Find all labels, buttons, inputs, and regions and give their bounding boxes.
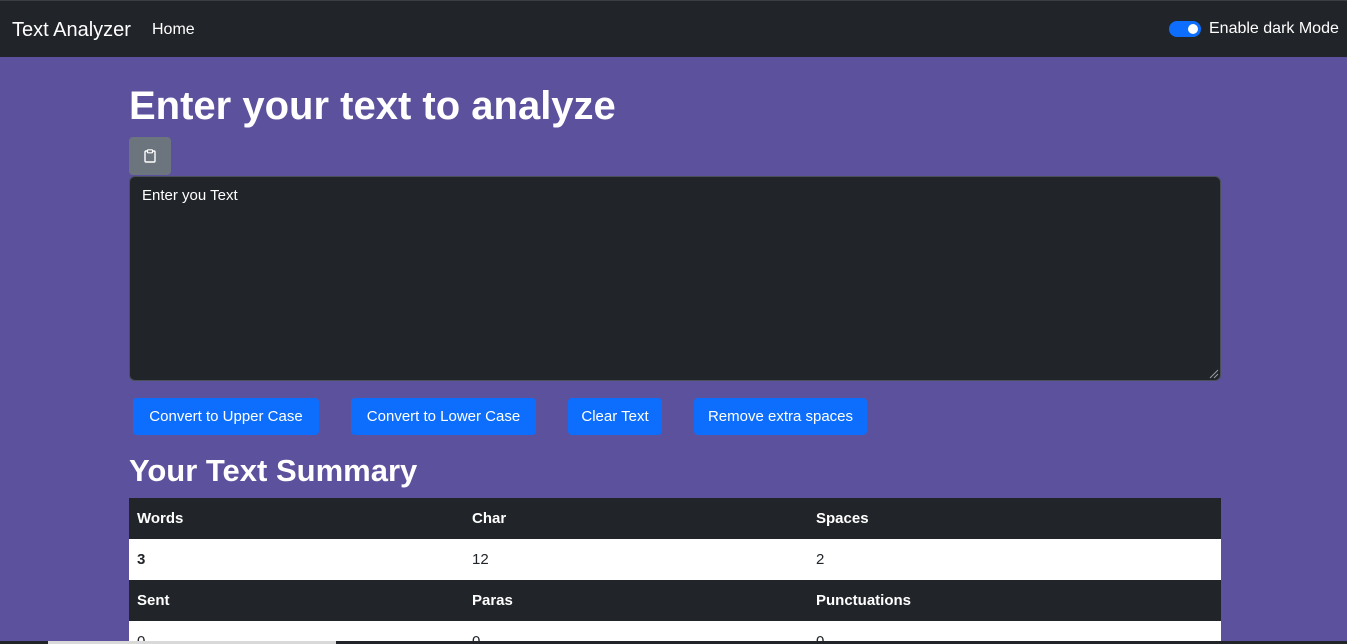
value-words: 3 bbox=[129, 539, 464, 580]
header-paras: Paras bbox=[464, 580, 808, 621]
page-title: Enter your text to analyze bbox=[129, 84, 616, 128]
summary-title: Your Text Summary bbox=[129, 453, 418, 488]
header-punctuations: Punctuations bbox=[808, 580, 1221, 621]
header-char: Char bbox=[464, 498, 808, 539]
convert-upper-case-button[interactable]: Convert to Upper Case bbox=[133, 398, 319, 435]
summary-value-row: 3 12 2 bbox=[129, 539, 1221, 580]
brand-logo[interactable]: Text Analyzer bbox=[12, 19, 131, 42]
clear-text-button[interactable]: Clear Text bbox=[568, 398, 662, 435]
copy-button[interactable] bbox=[129, 137, 171, 175]
header-words: Words bbox=[129, 498, 464, 539]
value-spaces: 2 bbox=[808, 539, 1221, 580]
resize-grip-icon[interactable] bbox=[1208, 368, 1219, 379]
navbar: Text Analyzer Home Enable dark Mode bbox=[0, 0, 1347, 57]
text-input[interactable]: Enter you Text bbox=[129, 176, 1221, 381]
dark-mode-toggle[interactable] bbox=[1169, 21, 1201, 37]
header-sent: Sent bbox=[129, 580, 464, 621]
summary-header-row: Sent Paras Punctuations bbox=[129, 580, 1221, 621]
summary-table: Words Char Spaces 3 12 2 Sent Paras Punc… bbox=[129, 498, 1221, 644]
clipboard-icon bbox=[144, 149, 156, 163]
nav-link-home[interactable]: Home bbox=[152, 21, 195, 39]
toggle-knob bbox=[1188, 24, 1198, 34]
remove-extra-spaces-button[interactable]: Remove extra spaces bbox=[694, 398, 867, 435]
value-char: 12 bbox=[464, 539, 808, 580]
convert-lower-case-button[interactable]: Convert to Lower Case bbox=[351, 398, 536, 435]
header-spaces: Spaces bbox=[808, 498, 1221, 539]
summary-header-row: Words Char Spaces bbox=[129, 498, 1221, 539]
dark-mode-label[interactable]: Enable dark Mode bbox=[1209, 20, 1339, 38]
